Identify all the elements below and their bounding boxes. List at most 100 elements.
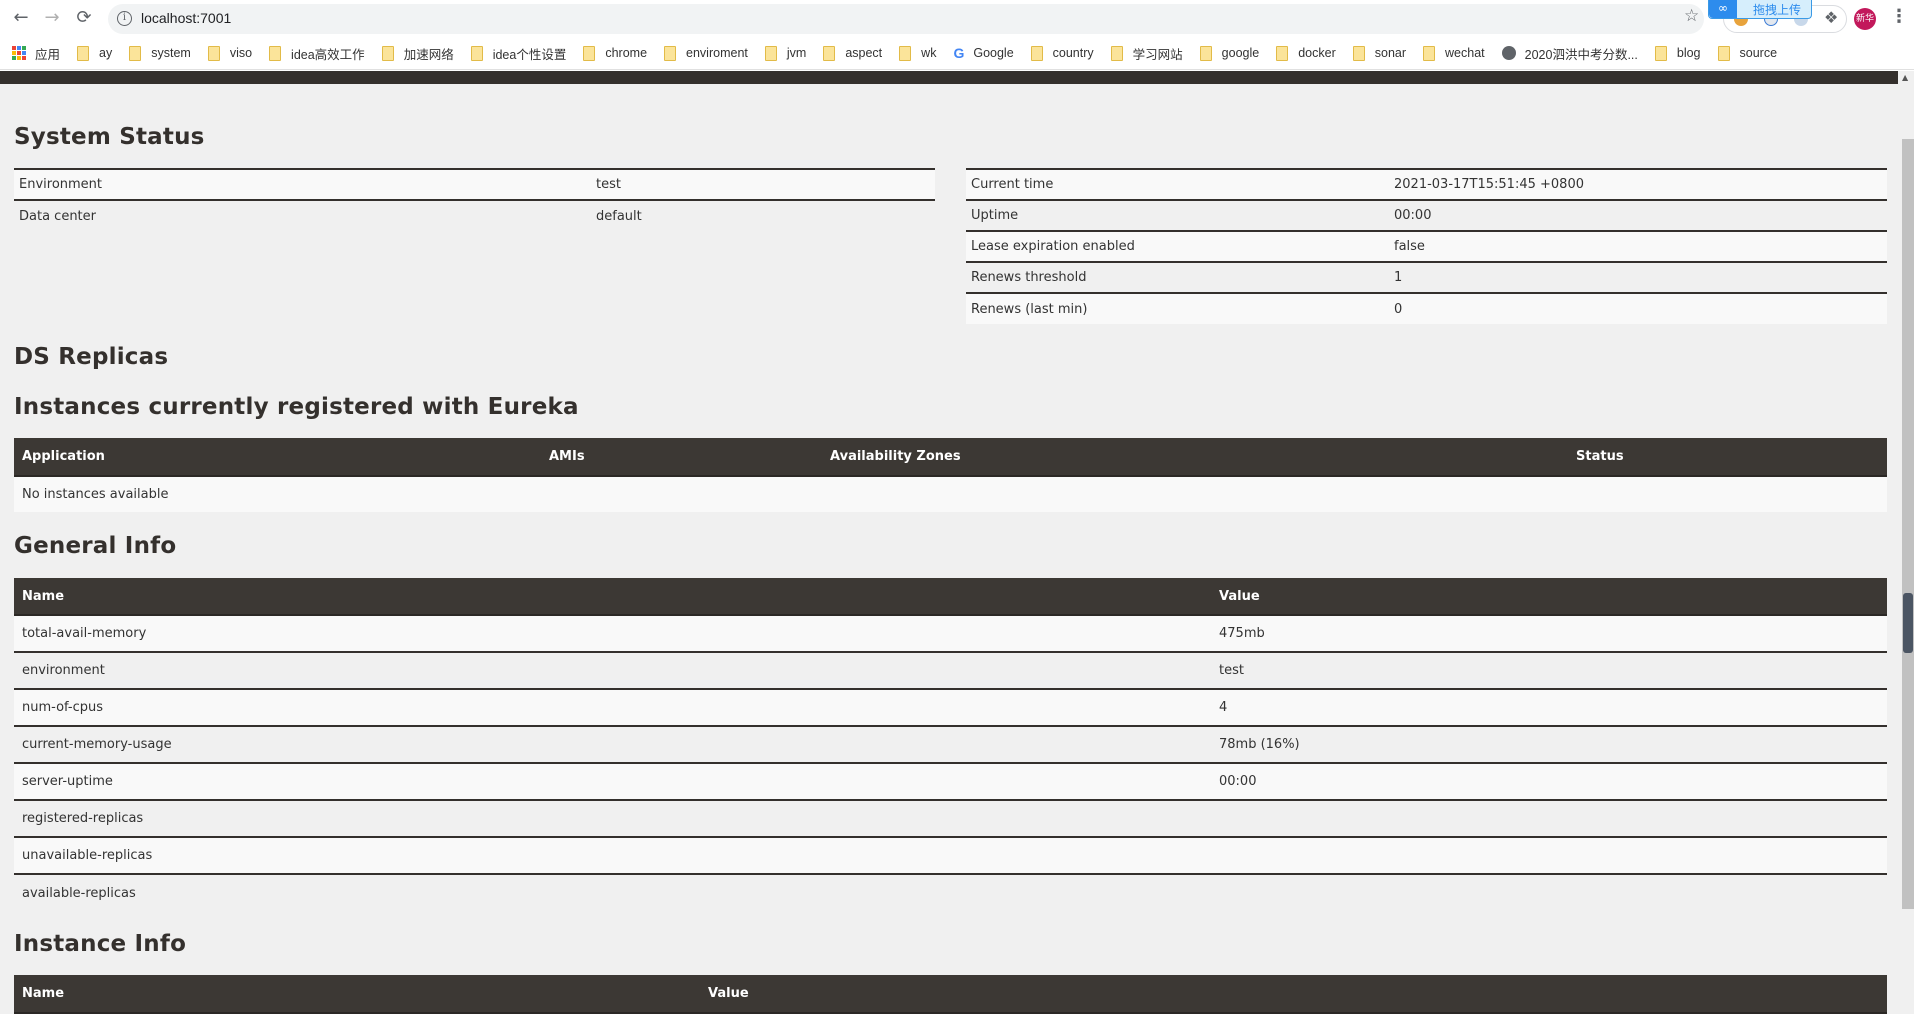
info-name: environment — [14, 651, 1211, 689]
folder-icon — [1654, 45, 1667, 61]
page-navbar — [0, 71, 1898, 84]
bookmark-item[interactable]: ay — [77, 45, 113, 61]
table-row: available-replicas — [14, 873, 1887, 911]
bookmark-label: blog — [1676, 46, 1701, 60]
bookmark-label: Google — [973, 46, 1014, 60]
url-text[interactable]: localhost:7001 — [141, 10, 231, 26]
upload-widget[interactable]: ∞ 拖拽上传 — [1708, 0, 1812, 19]
bookmark-item[interactable]: 应用 — [12, 44, 60, 63]
status-value: test — [591, 168, 935, 200]
bookmark-item[interactable]: wechat — [1423, 45, 1485, 61]
scroll-grip[interactable] — [1903, 593, 1913, 653]
profile-avatar[interactable]: 新华 — [1854, 8, 1876, 30]
scroll-thumb[interactable] — [1902, 139, 1914, 909]
bookmark-label: wechat — [1445, 46, 1485, 60]
table-row: server-uptime 00:00 — [14, 762, 1887, 800]
browser-chrome: ← → ⟳ i localhost:7001 ☆ ∞ 拖拽上传 ❖ 新华 ⋮ 应… — [0, 0, 1914, 71]
bookmark-label: google — [1221, 46, 1260, 60]
status-value: 1 — [1389, 261, 1887, 293]
bookmark-item[interactable]: 2020泗洪中考分数... — [1501, 44, 1638, 63]
bookmark-item[interactable]: 学习网站 — [1110, 44, 1183, 63]
back-button[interactable]: ← — [9, 6, 33, 30]
folder-icon — [381, 45, 394, 61]
folder-icon — [470, 45, 483, 61]
table-header-row: Name Value — [14, 578, 1887, 616]
folder-icon — [1030, 45, 1043, 61]
bookmark-item[interactable]: 加速网络 — [381, 44, 454, 63]
apps-icon — [12, 46, 26, 60]
folder-icon — [269, 45, 282, 61]
cloud-icon: ∞ — [1709, 0, 1737, 18]
bookmark-label: sonar — [1374, 46, 1407, 60]
info-name: num-of-cpus — [14, 688, 1211, 726]
bookmark-label: enviroment — [686, 46, 748, 60]
status-value: 2021-03-17T15:51:45 +0800 — [1389, 168, 1887, 200]
info-value: 78mb (16%) — [1211, 725, 1887, 763]
bookmark-item[interactable]: jvm — [764, 45, 806, 61]
bookmark-label: aspect — [845, 46, 883, 60]
column-header-name: Name — [14, 975, 700, 1014]
status-label: Lease expiration enabled — [966, 230, 1389, 262]
info-value: 00:00 — [1211, 762, 1887, 800]
site-info-icon[interactable]: i — [117, 11, 132, 26]
info-name: server-uptime — [14, 762, 1211, 800]
info-value — [1211, 836, 1887, 874]
bookmark-item[interactable]: system — [129, 45, 191, 61]
bookmark-item[interactable]: viso — [207, 45, 252, 61]
table-row: No instances available — [14, 476, 1887, 512]
folder-icon — [823, 45, 836, 61]
table-row: unavailable-replicas — [14, 836, 1887, 874]
bookmark-item[interactable]: wk — [899, 45, 936, 61]
bookmark-item[interactable]: aspect — [823, 45, 883, 61]
table-row: num-of-cpus 4 — [14, 688, 1887, 726]
status-value: 00:00 — [1389, 199, 1887, 231]
status-value: 0 — [1389, 292, 1887, 324]
bookmark-label: country — [1052, 46, 1094, 60]
bookmark-item[interactable]: country — [1030, 45, 1094, 61]
bookmark-item[interactable]: chrome — [583, 45, 648, 61]
extensions-puzzle-icon[interactable]: ❖ — [1824, 8, 1838, 27]
bookmark-label: 加速网络 — [403, 47, 454, 62]
info-name: registered-replicas — [14, 799, 1211, 837]
bookmark-item[interactable]: docker — [1276, 45, 1336, 61]
folder-icon — [899, 45, 912, 61]
column-header-application: Application — [14, 438, 541, 477]
bookmark-item[interactable]: enviroment — [664, 45, 748, 61]
instances-heading: Instances currently registered with Eure… — [14, 394, 579, 420]
bookmark-label: 2020泗洪中考分数... — [1524, 47, 1638, 62]
bookmark-item[interactable]: G Google — [953, 45, 1013, 61]
address-row: ← → ⟳ i localhost:7001 ☆ ∞ 拖拽上传 ❖ 新华 ⋮ — [0, 0, 1914, 37]
column-header-name: Name — [14, 578, 1211, 616]
bookmark-item[interactable]: google — [1199, 45, 1260, 61]
bookmark-item[interactable]: idea高效工作 — [269, 44, 365, 63]
system-status-left-table: Environment test Data center default — [14, 168, 935, 231]
table-row: Environment test — [14, 168, 935, 200]
ds-replicas-heading: DS Replicas — [14, 344, 169, 370]
reload-button[interactable]: ⟳ — [72, 6, 96, 30]
bookmark-label: chrome — [605, 46, 648, 60]
bookmark-item[interactable]: source — [1717, 45, 1777, 61]
general-info-heading: General Info — [14, 533, 177, 559]
bookmark-star-icon[interactable]: ☆ — [1684, 6, 1699, 26]
address-bar[interactable]: i localhost:7001 — [108, 4, 1704, 34]
bookmark-item[interactable]: idea个性设置 — [470, 44, 566, 63]
scroll-up-arrow-icon[interactable]: ▲ — [1902, 73, 1908, 82]
table-row: environment test — [14, 651, 1887, 689]
folder-icon — [583, 45, 596, 61]
bookmark-label: 应用 — [35, 47, 61, 62]
bookmark-item[interactable]: sonar — [1352, 45, 1407, 61]
info-name: current-memory-usage — [14, 725, 1211, 763]
table-row: current-memory-usage 78mb (16%) — [14, 725, 1887, 763]
status-label: Uptime — [966, 199, 1389, 231]
bookmark-label: ay — [99, 46, 113, 60]
forward-button[interactable]: → — [40, 6, 64, 30]
more-menu-icon[interactable]: ⋮ — [1890, 6, 1908, 27]
system-status-heading: System Status — [14, 124, 205, 150]
folder-icon — [1110, 45, 1123, 61]
table-row: Lease expiration enabled false — [966, 230, 1887, 262]
status-value: default — [591, 199, 935, 231]
column-header-value: Value — [700, 975, 1887, 1014]
table-header-row: Name Value — [14, 975, 1887, 1014]
bookmark-item[interactable]: blog — [1654, 45, 1701, 61]
page-scrollbar[interactable]: ▲ — [1898, 71, 1914, 1006]
